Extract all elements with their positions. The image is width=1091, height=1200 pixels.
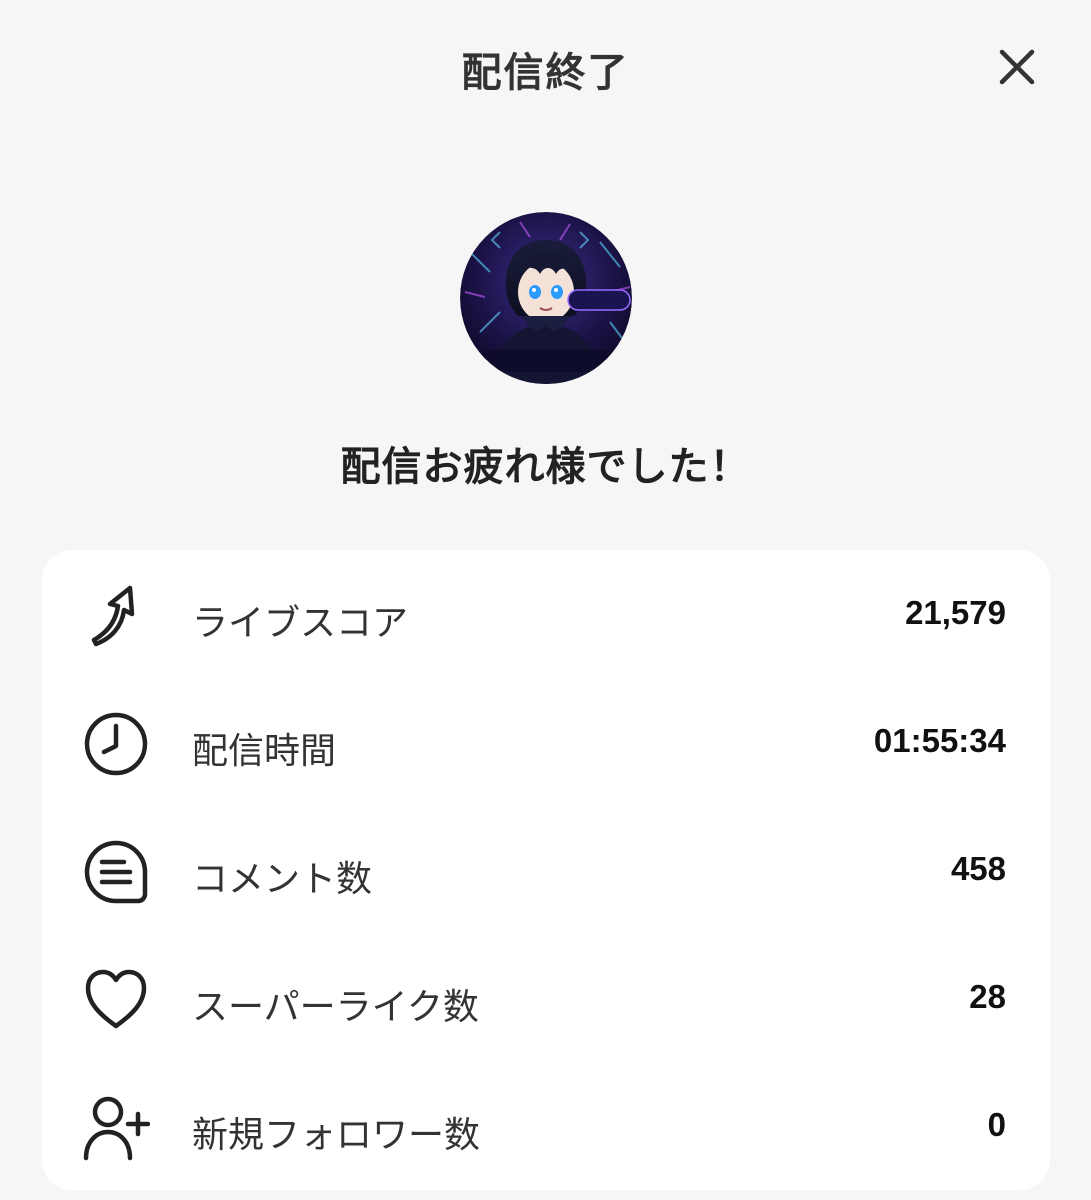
avatar (460, 212, 632, 384)
stat-value: 28 (969, 978, 1006, 1015)
close-button[interactable] (992, 42, 1042, 92)
add-user-icon (83, 1096, 150, 1161)
stat-row-comments: コメント数 458 (42, 806, 1050, 934)
close-icon (999, 49, 1035, 85)
comment-bubble-icon (84, 840, 148, 904)
stat-row-super-likes: スーパーライク数 28 (42, 934, 1050, 1062)
stats-card: ライブスコア 21,579 配信時間 01:55:34 コメント数 458 スー… (42, 550, 1050, 1190)
stat-label: スーパーライク数 (192, 987, 479, 1028)
stat-label: 新規フォロワー数 (192, 1115, 481, 1156)
stat-value: 01:55:34 (873, 722, 1006, 759)
stat-value: 0 (987, 1106, 1006, 1143)
clock-icon (84, 712, 148, 776)
header: 配信終了 (0, 0, 1091, 140)
page-title: 配信終了 (461, 50, 630, 96)
stat-value: 458 (950, 850, 1006, 887)
greeting-message: 配信お疲れ様でした！ (340, 444, 751, 490)
stat-label: ライブスコア (192, 603, 409, 644)
avatar-image (460, 212, 632, 384)
heart-icon (85, 969, 147, 1029)
stat-label: コメント数 (192, 859, 373, 900)
stat-label: 配信時間 (192, 731, 337, 772)
live-score-arrow-icon (91, 585, 135, 647)
stat-row-live-score: ライブスコア 21,579 (42, 550, 1050, 678)
stat-row-stream-time: 配信時間 01:55:34 (42, 678, 1050, 806)
stat-value: 21,579 (905, 594, 1006, 631)
stat-row-new-followers: 新規フォロワー数 0 (42, 1062, 1050, 1190)
